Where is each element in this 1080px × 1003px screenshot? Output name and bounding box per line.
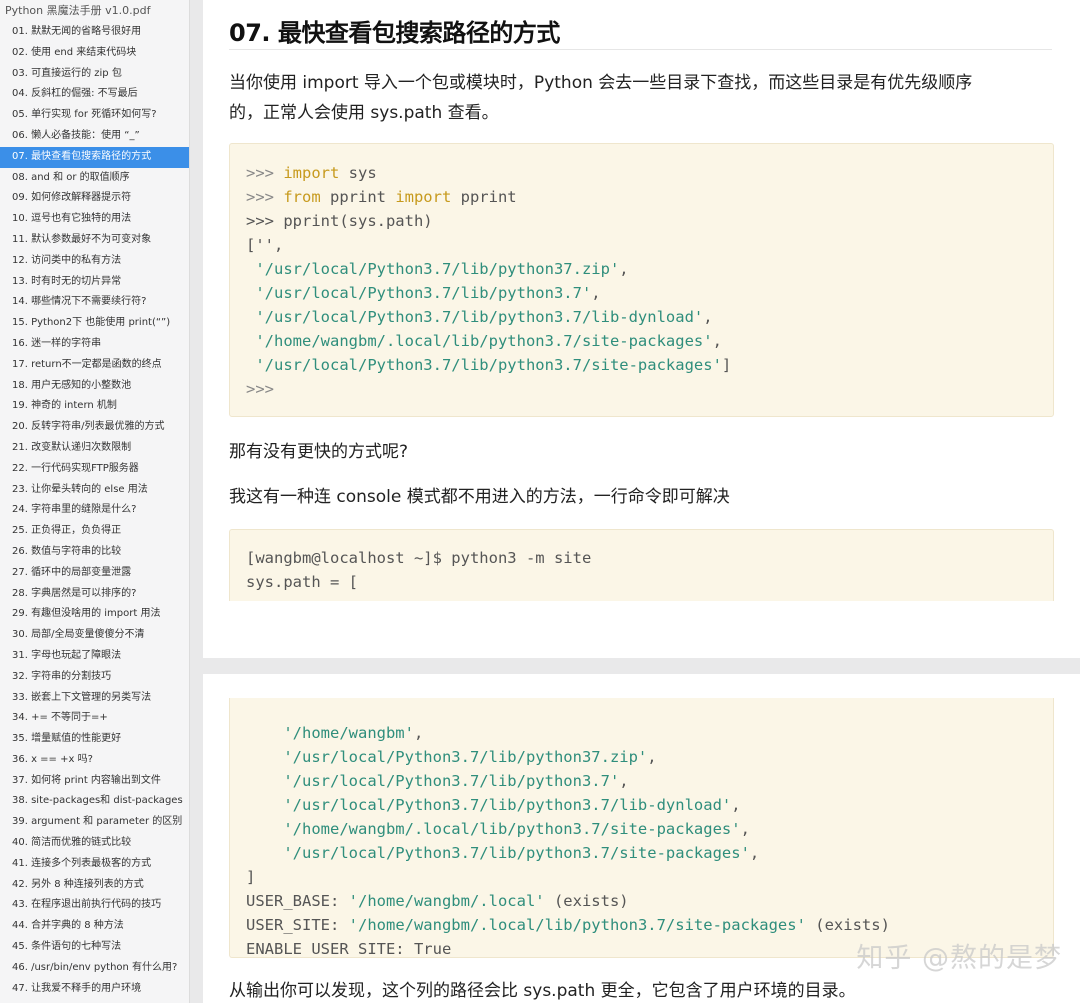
- toc-item[interactable]: 24. 字符串里的缝隙是什么?: [0, 500, 189, 521]
- toc-item[interactable]: 07. 最快查看包搜索路径的方式: [0, 146, 189, 168]
- toc-item[interactable]: 32. 字符串的分割技巧: [0, 667, 189, 688]
- code-line: '/usr/local/Python3.7/lib/python3.7',: [246, 284, 601, 302]
- toc-item[interactable]: 40. 简洁而优雅的链式比较: [0, 833, 189, 854]
- toc-item[interactable]: 47. 让我爱不释手的用户环境: [0, 979, 189, 1000]
- toc-item[interactable]: 18. 用户无感知的小整数池: [0, 376, 189, 397]
- toc-item[interactable]: 31. 字母也玩起了障眼法: [0, 646, 189, 667]
- conclusion-paragraph: 从输出你可以发现，这个列的路径会比 sys.path 更全，它包含了用户环境的目…: [229, 981, 856, 1001]
- toc-item[interactable]: 39. argument 和 parameter 的区别: [0, 812, 189, 833]
- toc-item[interactable]: 13. 时有时无的切片异常: [0, 272, 189, 293]
- toc-item[interactable]: 43. 在程序退出前执行代码的技巧: [0, 895, 189, 916]
- toc-item[interactable]: 05. 单行实现 for 死循环如何写?: [0, 105, 189, 126]
- toc-item[interactable]: 45. 条件语句的七种写法: [0, 937, 189, 958]
- toc-item[interactable]: 28. 字典居然是可以排序的?: [0, 584, 189, 605]
- code-line: ['',: [246, 236, 284, 254]
- toc-item[interactable]: 20. 反转字符串/列表最优雅的方式: [0, 417, 189, 438]
- toc-item[interactable]: 37. 如何将 print 内容输出到文件: [0, 771, 189, 792]
- code-line: [wangbm@localhost ~]$ python3 -m site: [246, 549, 592, 567]
- code-line: '/usr/local/Python3.7/lib/python37.zip',: [246, 260, 629, 278]
- toc-item[interactable]: 19. 神奇的 intern 机制: [0, 396, 189, 417]
- toc-item[interactable]: 09. 如何修改解释器提示符: [0, 188, 189, 209]
- toc-item[interactable]: 36. x == +x 吗?: [0, 750, 189, 771]
- toc-item[interactable]: 04. 反斜杠的倔强: 不写最后: [0, 84, 189, 105]
- code-line: '/usr/local/Python3.7/lib/python37.zip',: [246, 748, 657, 766]
- toc-item[interactable]: 01. 默默无闻的省略号很好用: [0, 22, 189, 43]
- toc-item[interactable]: 02. 使用 end 来结束代码块: [0, 43, 189, 64]
- toc-item[interactable]: 10. 逗号也有它独特的用法: [0, 209, 189, 230]
- code-line: >>> pprint(sys.path): [246, 212, 433, 230]
- toc-item[interactable]: 23. 让你晕头转向的 else 用法: [0, 480, 189, 501]
- code-line: '/home/wangbm',: [246, 724, 424, 742]
- code-line: ]: [246, 868, 256, 886]
- toc-item[interactable]: 35. 增量赋值的性能更好: [0, 729, 189, 750]
- code-line: sys.path = [: [246, 573, 358, 591]
- toc-item[interactable]: 08. and 和 or 的取值顺序: [0, 168, 189, 189]
- pdf-page-1: 07. 最快查看包搜索路径的方式 当你使用 import 导入一个包或模块时，P…: [203, 0, 1080, 658]
- toc-item[interactable]: 16. 迷一样的字符串: [0, 334, 189, 355]
- code-line: '/home/wangbm/.local/lib/python3.7/site-…: [246, 332, 722, 350]
- toc-item[interactable]: 14. 哪些情况下不需要续行符?: [0, 292, 189, 313]
- code-line: >>>: [246, 380, 274, 398]
- code-line: >>> from pprint import pprint: [246, 188, 517, 206]
- toc-item[interactable]: 42. 另外 8 种连接列表的方式: [0, 875, 189, 896]
- toc-item[interactable]: 17. return不一定都是函数的终点: [0, 355, 189, 376]
- toc-list: 01. 默默无闻的省略号很好用 02. 使用 end 来结束代码块 03. 可直接运…: [0, 22, 189, 999]
- intro-line-2: 的，正常人会使用 sys.path 查看。: [229, 103, 499, 123]
- question-paragraph: 那有没有更快的方式呢?: [229, 442, 409, 462]
- toc-item[interactable]: 25. 正负得正，负负得正: [0, 521, 189, 542]
- toc-item[interactable]: 26. 数值与字符串的比较: [0, 542, 189, 563]
- toc-item[interactable]: 33. 嵌套上下文管理的另类写法: [0, 688, 189, 709]
- toc-item[interactable]: 34. += 不等同于=+: [0, 708, 189, 729]
- section-heading: 07. 最快查看包搜索路径的方式: [229, 19, 560, 47]
- toc-item[interactable]: 11. 默认参数最好不为可变对象: [0, 230, 189, 251]
- document-title: Python 黑魔法手册 v1.0.pdf: [5, 4, 151, 17]
- code-line: '/home/wangbm/.local/lib/python3.7/site-…: [246, 820, 750, 838]
- toc-sidebar: Python 黑魔法手册 v1.0.pdf 01. 默默无闻的省略号很好用 02.…: [0, 0, 190, 1003]
- code-line: '/usr/local/Python3.7/lib/python3.7/site…: [246, 844, 760, 862]
- toc-item[interactable]: 03. 可直接运行的 zip 包: [0, 64, 189, 85]
- code-block-site: [wangbm@localhost ~]$ python3 -m site sy…: [229, 529, 1054, 601]
- code-line: '/usr/local/Python3.7/lib/python3.7/lib-…: [246, 796, 741, 814]
- toc-item[interactable]: 38. site-packages和 dist-packages: [0, 791, 189, 812]
- pdf-page-2: '/home/wangbm', '/usr/local/Python3.7/li…: [203, 674, 1080, 1003]
- intro-line-1: 当你使用 import 导入一个包或模块时，Python 会去一些目录下查找，而…: [229, 73, 973, 93]
- code-line: '/usr/local/Python3.7/lib/python3.7/lib-…: [246, 308, 713, 326]
- code-line: USER_SITE: '/home/wangbm/.local/lib/pyth…: [246, 916, 890, 934]
- toc-item[interactable]: 46. /usr/bin/env python 有什么用?: [0, 958, 189, 979]
- code-block-pprint: >>> import sys >>> from pprint import pp…: [229, 143, 1054, 417]
- code-line: '/usr/local/Python3.7/lib/python3.7/site…: [246, 356, 732, 374]
- toc-item[interactable]: 21. 改变默认递归次数限制: [0, 438, 189, 459]
- toc-item[interactable]: 30. 局部/全局变量傻傻分不清: [0, 625, 189, 646]
- toc-item[interactable]: 41. 连接多个列表最极客的方式: [0, 854, 189, 875]
- toc-item[interactable]: 27. 循环中的局部变量泄露: [0, 563, 189, 584]
- watermark: 知乎 @熬的是梦: [856, 943, 1062, 974]
- code-block-site-output: '/home/wangbm', '/usr/local/Python3.7/li…: [229, 698, 1054, 958]
- method-paragraph: 我这有一种连 console 模式都不用进入的方法，一行命令即可解决: [229, 487, 730, 507]
- toc-item[interactable]: 15. Python2下 也能使用 print(“”): [0, 313, 189, 334]
- code-line: USER_BASE: '/home/wangbm/.local' (exists…: [246, 892, 629, 910]
- code-line: >>> import sys: [246, 164, 377, 182]
- toc-item[interactable]: 06. 懒人必备技能：使用 “_”: [0, 126, 189, 147]
- toc-item[interactable]: 12. 访问类中的私有方法: [0, 251, 189, 272]
- toc-item[interactable]: 29. 有趣但没啥用的 import 用法: [0, 604, 189, 625]
- intro-paragraph: 当你使用 import 导入一个包或模块时，Python 会去一些目录下查找，而…: [229, 68, 1044, 128]
- code-line: '/usr/local/Python3.7/lib/python3.7',: [246, 772, 629, 790]
- heading-divider: [229, 49, 1052, 50]
- toc-item[interactable]: 22. 一行代码实现FTP服务器: [0, 459, 189, 480]
- toc-item[interactable]: 44. 合并字典的 8 种方法: [0, 916, 189, 937]
